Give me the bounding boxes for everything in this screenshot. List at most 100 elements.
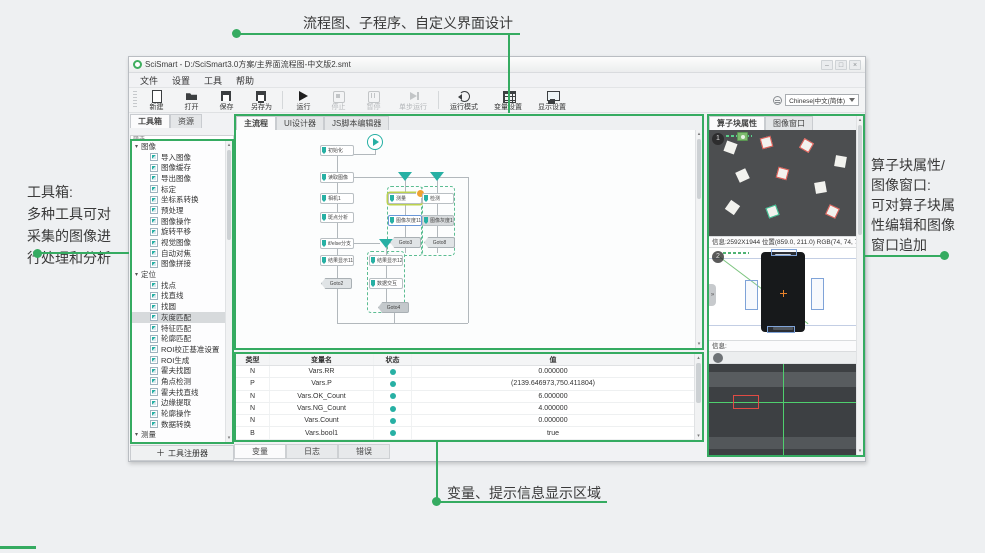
toolbox-item[interactable]: 自动对焦	[132, 248, 225, 259]
toolbox-item[interactable]: 导入图像	[132, 152, 225, 163]
tool-register-button[interactable]: ＋ 工具注册器	[130, 445, 234, 461]
toolbar-button[interactable]: 运行	[286, 88, 321, 112]
toolbox-item[interactable]: 数据转换	[132, 419, 225, 430]
toolbox-item[interactable]: 图像操作	[132, 216, 225, 227]
expander-handle[interactable]: »	[709, 284, 716, 306]
tab-resources[interactable]: 资源	[170, 114, 202, 128]
minimize-button[interactable]: –	[821, 60, 833, 70]
tab-log[interactable]: 日志	[286, 444, 338, 459]
scroll-up-icon[interactable]: ▴	[695, 354, 702, 362]
toolbar-button[interactable]: 停止	[321, 88, 356, 112]
tab-main-flow[interactable]: 主流程	[236, 116, 276, 130]
toolbox-item[interactable]: 坐标系转换	[132, 194, 225, 205]
flow-scrollbar[interactable]: ▴ ▾	[695, 130, 702, 348]
toolbox-item[interactable]: 预处理	[132, 205, 225, 216]
scroll-up-icon[interactable]: ▴	[696, 130, 702, 138]
flow-node[interactable]	[398, 172, 412, 181]
flow-node[interactable]: 数据交互	[369, 278, 403, 289]
toolbox-item[interactable]: 视觉图像	[132, 237, 225, 248]
flow-node[interactable]: if/else分支	[320, 238, 354, 249]
variable-row[interactable]: N Vars.RR 0.000000	[236, 366, 694, 378]
flow-node[interactable]: 斑点分析	[320, 212, 354, 223]
flow-node[interactable]: 相机1	[320, 193, 354, 204]
variable-row[interactable]: N Vars.Count 0.000000	[236, 415, 694, 427]
toolbox-item[interactable]: 图像拼接	[132, 259, 225, 270]
flow-node[interactable]: Goto8	[424, 237, 455, 248]
language-select[interactable]: Chinese|中文(简体)	[785, 94, 859, 106]
toolbar-button[interactable]: 打开	[174, 88, 209, 112]
toolbar-button[interactable]: 另存为	[244, 88, 279, 112]
scroll-thumb[interactable]	[227, 150, 231, 240]
toolbox-item[interactable]: 测量	[132, 430, 225, 441]
scroll-thumb[interactable]	[697, 139, 701, 199]
toolbox-item[interactable]: 找直线	[132, 291, 225, 302]
toolbar-grip[interactable]	[133, 91, 137, 109]
roi-rect[interactable]	[745, 280, 758, 310]
toolbar-button[interactable]: 暂停	[356, 88, 391, 112]
toolbox-item[interactable]: 霍夫找直线	[132, 387, 225, 398]
toolbox-item[interactable]: 角点检测	[132, 376, 225, 387]
toolbox-item[interactable]: 霍夫找圆	[132, 365, 225, 376]
flow-node[interactable]: 读取图像	[320, 172, 354, 183]
toolbox-item[interactable]: 灰度匹配	[132, 312, 225, 323]
toolbox-item[interactable]: 定位	[132, 269, 225, 280]
flow-node[interactable]: 结果显示12	[369, 255, 403, 266]
flow-node[interactable]: Goto3	[390, 237, 421, 248]
toolbox-item[interactable]: 图像	[132, 141, 225, 152]
flow-node[interactable]	[430, 172, 444, 181]
scroll-down-icon[interactable]: ▾	[696, 340, 702, 348]
close-button[interactable]: ×	[849, 60, 861, 70]
toolbox-item[interactable]: ROI校正基准设置	[132, 344, 225, 355]
roi-rect[interactable]	[811, 278, 824, 310]
menu-item[interactable]: 工具	[197, 74, 229, 87]
flow-node[interactable]: 初始化	[320, 145, 354, 156]
scroll-thumb[interactable]	[696, 363, 701, 403]
inspector-scrollbar[interactable]: ▴ ▾	[856, 116, 863, 455]
maximize-button[interactable]: □	[835, 60, 847, 70]
roi-rect[interactable]	[771, 249, 797, 256]
scroll-thumb[interactable]	[858, 125, 862, 235]
toolbox-item[interactable]: 找圆	[132, 301, 225, 312]
flow-canvas[interactable]: 初始化 读取图像 相机1 斑点分析 if/else分支	[236, 130, 702, 348]
image-viewer-1[interactable]: 1	[709, 130, 856, 236]
flow-node[interactable]: 图像灰度11	[388, 215, 422, 226]
toolbox-item[interactable]: 导出图像	[132, 173, 225, 184]
toolbox-item[interactable]: 轮廓操作	[132, 408, 225, 419]
image-viewer-3[interactable]	[709, 364, 856, 455]
toolbar-button[interactable]: 单步运行	[391, 88, 435, 112]
toolbar-button[interactable]: 新建	[139, 88, 174, 112]
flow-node[interactable]: 结果显示11	[320, 255, 354, 266]
toolbar-button[interactable]: 显示设置	[530, 88, 574, 112]
scroll-down-icon[interactable]: ▾	[857, 447, 863, 455]
variable-row[interactable]: N Vars.NG_Count 4.000000	[236, 403, 694, 415]
flow-node[interactable]: 图像灰度12	[422, 215, 454, 226]
tab-toolbox[interactable]: 工具箱	[130, 114, 170, 128]
toolbox-item[interactable]: 特征匹配	[132, 323, 225, 334]
scroll-down-icon[interactable]: ▾	[226, 434, 232, 442]
toolbox-item[interactable]: 轮廓匹配	[132, 333, 225, 344]
title-bar[interactable]: SciSmart - D:/SciSmart3.0方案/主界面流程图-中文版2.…	[129, 57, 865, 73]
tab-variables[interactable]: 变量	[234, 444, 286, 459]
flow-node[interactable]: Goto4	[378, 302, 409, 313]
scroll-down-icon[interactable]: ▾	[695, 432, 702, 440]
flow-node[interactable]: 测量	[388, 193, 422, 204]
scroll-up-icon[interactable]: ▴	[226, 141, 232, 149]
tab-js-editor[interactable]: JS脚本编辑器	[324, 116, 389, 130]
toolbox-scrollbar[interactable]: ▴ ▾	[225, 141, 232, 442]
toolbox-item[interactable]: 旋转平移	[132, 227, 225, 238]
toolbox-item[interactable]: 标定	[132, 184, 225, 195]
tab-ui-designer[interactable]: UI设计器	[276, 116, 324, 130]
flow-node[interactable]: 检测	[422, 193, 454, 204]
flow-node[interactable]: Goto2	[321, 278, 352, 289]
menu-item[interactable]: 帮助	[229, 74, 261, 87]
menu-item[interactable]: 设置	[165, 74, 197, 87]
toolbox-item[interactable]: 边缘提取	[132, 398, 225, 409]
tab-image-window[interactable]: 图像窗口	[765, 116, 813, 130]
scroll-up-icon[interactable]: ▴	[857, 116, 863, 124]
roi-rect[interactable]	[767, 326, 795, 333]
menu-item[interactable]: 文件	[133, 74, 165, 87]
variable-row[interactable]: B Vars.bool1 true	[236, 427, 694, 439]
tab-errors[interactable]: 错误	[338, 444, 390, 459]
toolbox-item[interactable]: 找点	[132, 280, 225, 291]
flow-node-start[interactable]	[367, 134, 383, 150]
